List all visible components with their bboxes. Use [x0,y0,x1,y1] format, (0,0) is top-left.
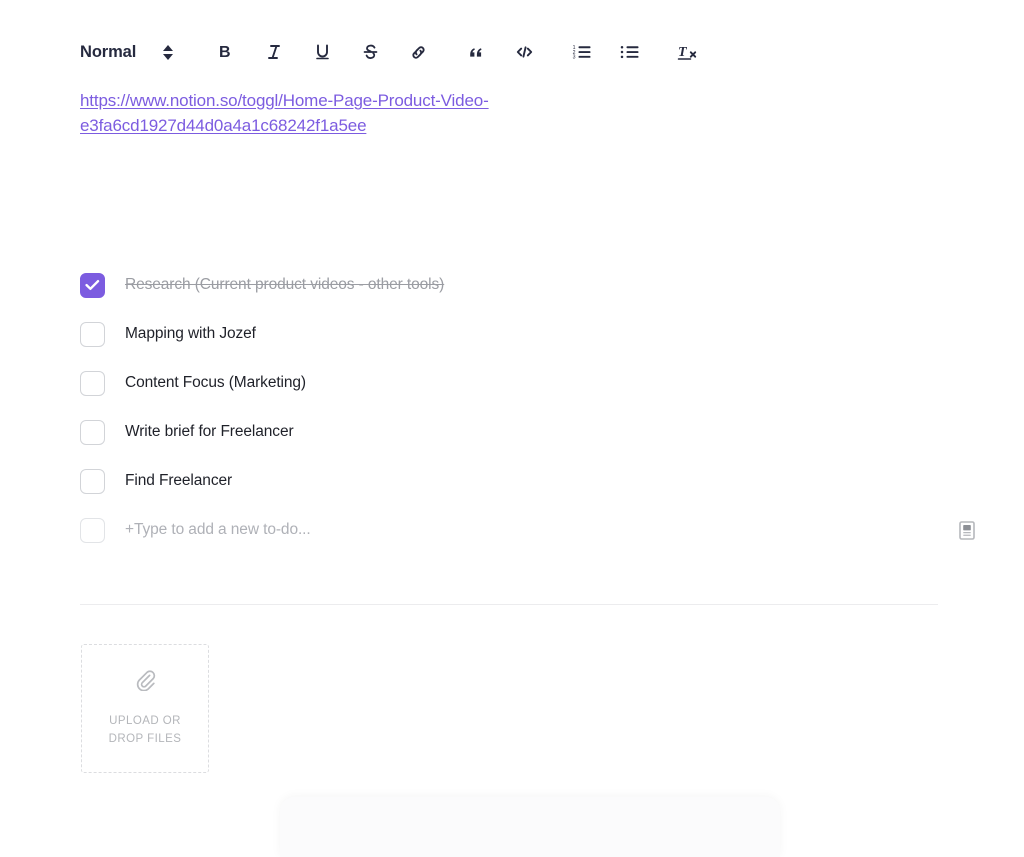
bold-button[interactable]: B [212,38,240,66]
todo-label[interactable]: Find Freelancer [125,471,232,491]
bottom-floating-panel[interactable] [280,797,780,857]
template-note-icon[interactable] [956,518,978,542]
bold-icon: B [218,43,235,61]
notion-document-link[interactable]: https://www.notion.so/toggl/Home-Page-Pr… [80,91,489,135]
text-style-value: Normal [80,44,136,61]
section-divider [80,604,938,605]
todo-checkbox[interactable] [80,273,105,298]
text-style-dropdown[interactable]: Normal [80,44,174,61]
dropzone-text: UPLOAD OR DROP FILES [109,712,182,748]
italic-icon [266,43,283,61]
toolbar-group-lists: 1 2 3 [568,38,644,66]
bullet-list-icon [620,43,640,61]
chevron-updown-icon [163,44,174,61]
clear-format-button[interactable]: T [674,38,702,66]
todo-checkbox[interactable] [80,322,105,347]
dropzone-line-2: DROP FILES [109,730,182,748]
todo-label[interactable]: Mapping with Jozef [125,324,256,344]
code-block-button[interactable] [510,38,538,66]
todo-item: Find Freelancer [80,467,940,495]
link-paragraph: https://www.notion.so/toggl/Home-Page-Pr… [80,88,600,138]
paperclip-icon [135,669,156,696]
ordered-list-button[interactable]: 1 2 3 [568,38,596,66]
todo-item: Write brief for Freelancer [80,418,940,446]
todo-checkbox[interactable] [80,371,105,396]
clear-formatting-icon: T [677,43,699,62]
italic-button[interactable] [260,38,288,66]
todo-list: Research (Current product videos - other… [80,271,940,544]
toolbar-group-inline: B [212,38,432,66]
formatting-toolbar: Normal B [80,34,702,70]
underline-icon [314,43,331,61]
underline-button[interactable] [308,38,336,66]
editor-page: Normal B [0,0,1024,837]
check-icon [85,279,100,291]
dropzone-line-1: UPLOAD OR [109,712,182,730]
template-note-glyph [959,521,975,540]
todo-label[interactable]: Content Focus (Marketing) [125,373,306,393]
link-button[interactable] [404,38,432,66]
code-icon [515,43,534,61]
new-todo-row: +Type to add a new to-do... [80,516,940,544]
svg-text:B: B [219,44,231,61]
link-icon [409,43,428,62]
blockquote-icon [467,43,485,61]
strikethrough-icon [362,43,379,61]
todo-item: Mapping with Jozef [80,320,940,348]
ordered-list-icon: 1 2 3 [572,43,592,61]
todo-checkbox[interactable] [80,469,105,494]
blockquote-button[interactable] [462,38,490,66]
svg-text:3: 3 [573,55,576,61]
todo-checkbox[interactable] [80,420,105,445]
svg-text:T: T [678,45,688,60]
todo-item: Content Focus (Marketing) [80,369,940,397]
bullet-list-button[interactable] [616,38,644,66]
file-dropzone[interactable]: UPLOAD OR DROP FILES [81,644,209,773]
todo-item: Research (Current product videos - other… [80,271,940,299]
new-todo-input[interactable]: +Type to add a new to-do... [125,520,311,540]
todo-label[interactable]: Research (Current product videos - other… [125,275,444,295]
todo-label[interactable]: Write brief for Freelancer [125,422,294,442]
new-todo-checkbox[interactable] [80,518,105,543]
toolbar-group-blocks [462,38,538,66]
strikethrough-button[interactable] [356,38,384,66]
